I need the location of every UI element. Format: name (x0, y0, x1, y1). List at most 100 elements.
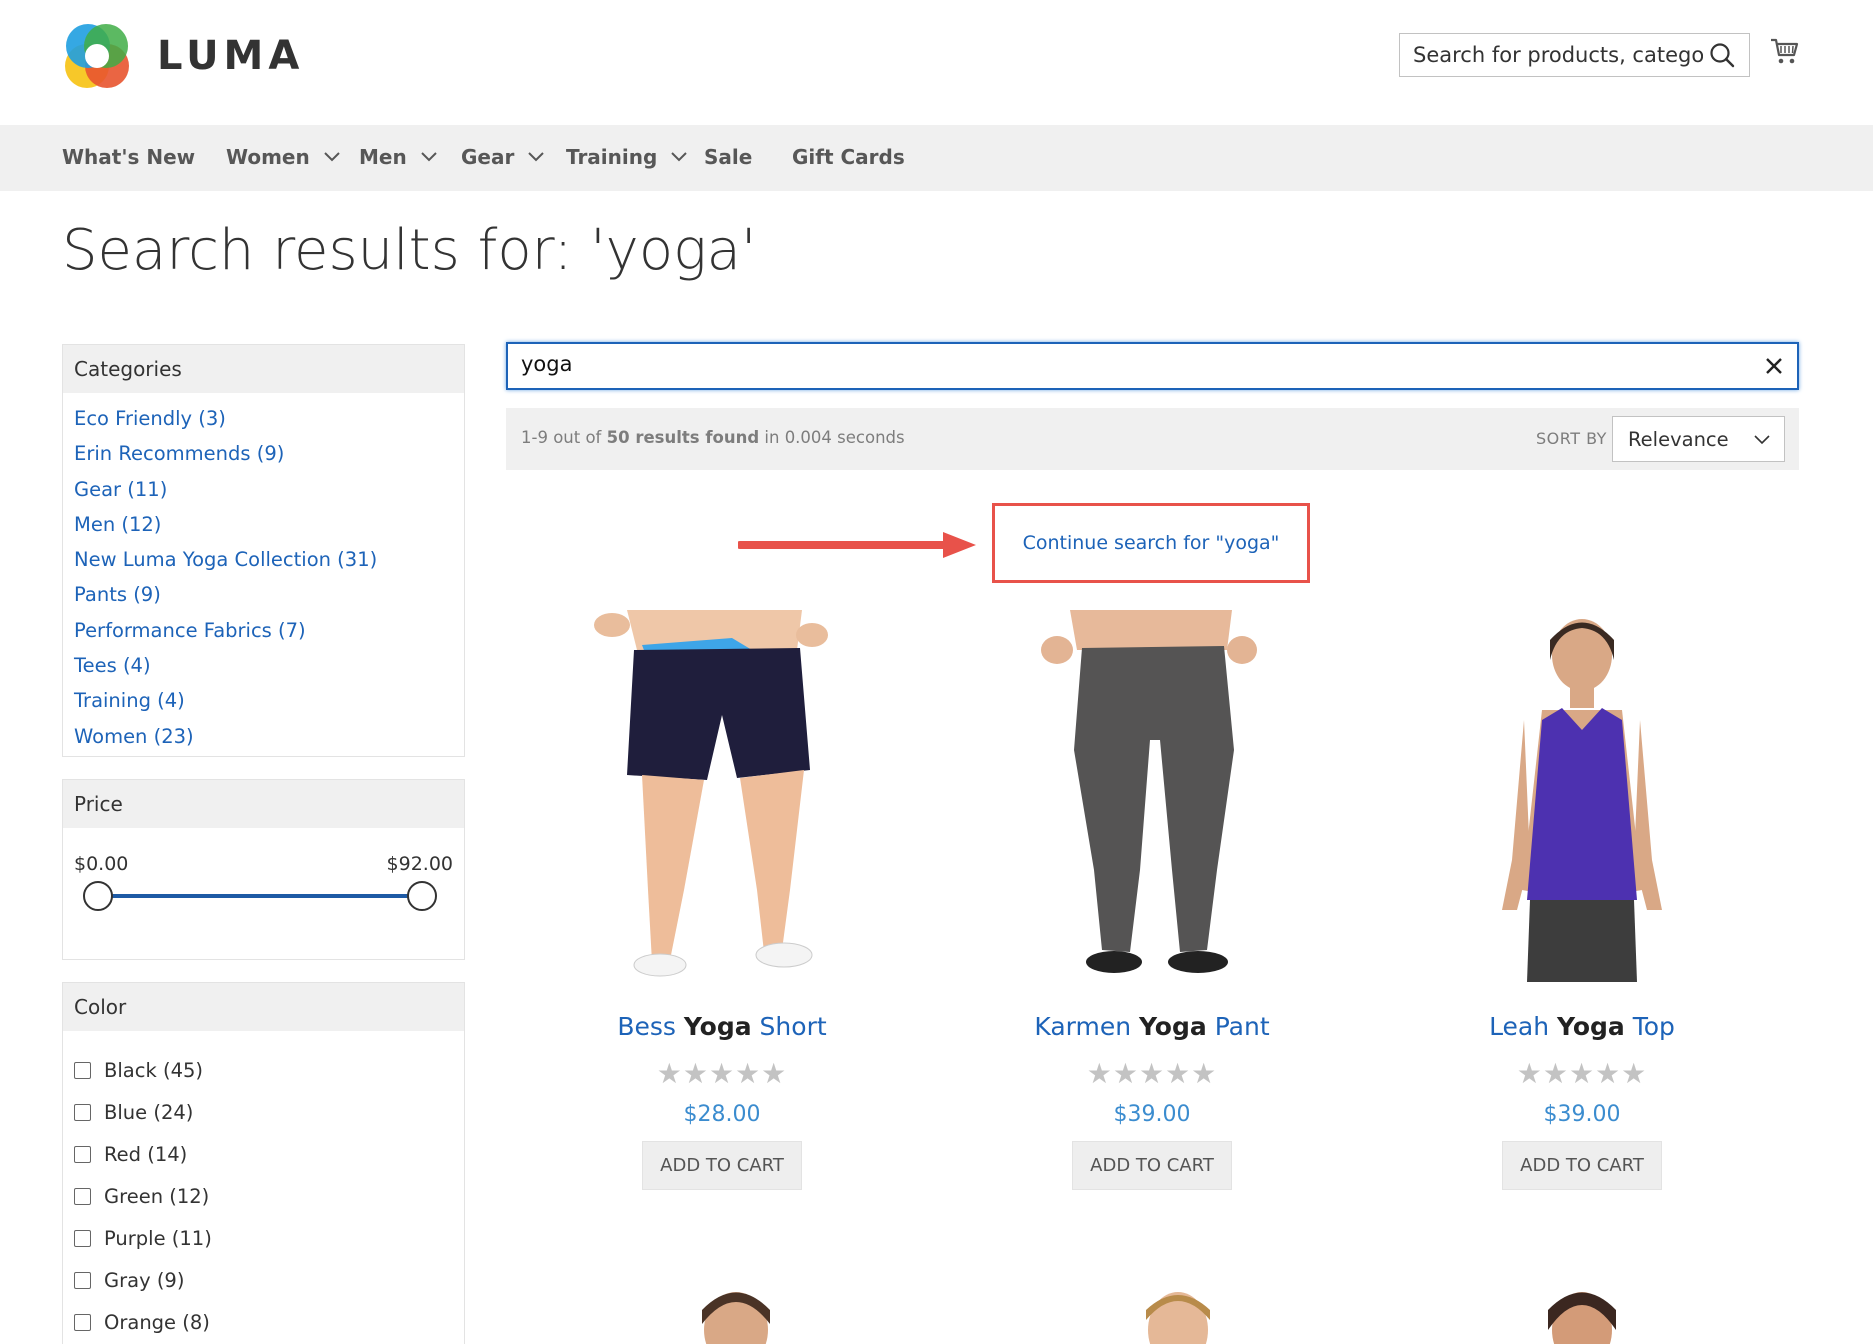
category-link[interactable]: Gear (11) (74, 472, 464, 507)
results-suffix: in 0.004 seconds (759, 428, 905, 447)
category-link[interactable]: Training (4) (74, 683, 464, 718)
price-slider-max-handle[interactable] (407, 881, 437, 911)
color-checkbox[interactable] (74, 1061, 91, 1079)
color-label: Orange (8) (104, 1310, 210, 1334)
filter-categories-title[interactable]: Categories (63, 345, 464, 393)
chevron-down-icon (324, 152, 340, 162)
category-list: Eco Friendly (3) Erin Recommends (9) Gea… (63, 393, 464, 760)
color-option[interactable]: Red (14) (74, 1133, 464, 1175)
luma-logo[interactable]: LUMA (62, 20, 304, 92)
product-name-highlight: Yoga (1139, 1012, 1207, 1041)
product-name[interactable]: Leah Yoga Top (1432, 1012, 1732, 1041)
product-image-pants[interactable] (1002, 610, 1302, 982)
nav-item-men[interactable]: Men (359, 145, 437, 169)
results-prefix: 1-9 out of (521, 428, 607, 447)
nav-item-sale[interactable]: Sale (704, 145, 752, 169)
product-name[interactable]: Bess Yoga Short (572, 1012, 872, 1041)
category-link[interactable]: Erin Recommends (9) (74, 436, 464, 471)
add-to-cart-button[interactable]: ADD TO CART (642, 1141, 802, 1190)
close-icon[interactable] (1763, 355, 1785, 377)
add-to-cart-button[interactable]: ADD TO CART (1502, 1141, 1662, 1190)
nav-item-training[interactable]: Training (566, 145, 688, 169)
nav-item-gear[interactable]: Gear (461, 145, 545, 169)
category-link[interactable]: Performance Fabrics (7) (74, 613, 464, 648)
product-name-pre: Leah (1489, 1012, 1558, 1041)
product-price: $39.00 (1113, 1102, 1191, 1127)
product-image-partial[interactable] (1482, 1280, 1682, 1344)
rating-stars-icon: ★★★★★ (656, 1057, 788, 1090)
header-search-input[interactable] (1413, 43, 1703, 67)
nav-label: What's New (62, 145, 196, 169)
nav-label: Men (359, 145, 407, 169)
sort-by-label: SORT BY (1536, 429, 1607, 448)
color-list: Black (45) Blue (24) Red (14) Green (12)… (63, 1031, 464, 1343)
category-link[interactable]: Pants (9) (74, 577, 464, 612)
luma-logo-icon (65, 24, 129, 88)
search-input[interactable] (521, 352, 1721, 376)
filter-categories: Categories Eco Friendly (3) Erin Recomme… (62, 344, 465, 757)
nav-item-gift-cards[interactable]: Gift Cards (792, 145, 905, 169)
category-link[interactable]: Eco Friendly (3) (74, 401, 464, 436)
category-link[interactable]: Men (12) (74, 507, 464, 542)
site-header: LUMA (0, 0, 1873, 125)
price-slider-track[interactable] (98, 894, 423, 898)
color-checkbox[interactable] (74, 1271, 91, 1289)
product-image-shorts[interactable] (572, 610, 872, 982)
product-name-pre: Karmen (1034, 1012, 1139, 1041)
color-option[interactable]: Green (12) (74, 1175, 464, 1217)
category-link[interactable]: New Luma Yoga Collection (31) (74, 542, 464, 577)
product-name[interactable]: Karmen Yoga Pant (1002, 1012, 1302, 1041)
category-link[interactable]: Tees (4) (74, 648, 464, 683)
search-results-input-box[interactable] (506, 342, 1799, 390)
product-name-post: Pant (1206, 1012, 1270, 1041)
color-option[interactable]: Blue (24) (74, 1091, 464, 1133)
continue-search-box: Continue search for "yoga" (992, 503, 1310, 583)
search-icon[interactable] (1709, 42, 1735, 68)
chevron-down-icon (671, 152, 688, 162)
product-price: $39.00 (1543, 1102, 1621, 1127)
product-card[interactable]: Karmen Yoga Pant ★★★★★ $39.00 ADD TO CAR… (1002, 610, 1302, 1190)
main-navigation: What's New Women Men Gear Training Sale … (0, 125, 1873, 191)
price-slider: $0.00 $92.00 (63, 828, 464, 958)
price-slider-min-handle[interactable] (83, 881, 113, 911)
rating-stars-icon: ★★★★★ (1086, 1057, 1218, 1090)
continue-search-link[interactable]: Continue search for "yoga" (995, 532, 1307, 554)
product-name-pre: Bess (617, 1012, 684, 1041)
product-price: $28.00 (683, 1102, 761, 1127)
color-option[interactable]: Black (45) (74, 1049, 464, 1091)
color-label: Blue (24) (104, 1100, 194, 1124)
rating-stars-icon: ★★★★★ (1516, 1057, 1648, 1090)
nav-item-whats-new[interactable]: What's New (62, 145, 195, 169)
sort-select[interactable]: Relevance (1612, 416, 1785, 462)
color-checkbox[interactable] (74, 1145, 91, 1163)
header-search[interactable] (1399, 33, 1750, 77)
product-card[interactable]: Bess Yoga Short ★★★★★ $28.00 ADD TO CART (572, 610, 872, 1190)
nav-item-women[interactable]: Women (226, 145, 340, 169)
nav-label: Gear (461, 145, 515, 169)
chevron-down-icon (1754, 435, 1770, 445)
filter-price-title[interactable]: Price (63, 780, 464, 828)
nav-label: Gift Cards (792, 145, 905, 169)
product-card[interactable]: Leah Yoga Top ★★★★★ $39.00 ADD TO CART (1432, 610, 1732, 1190)
product-image-partial[interactable] (636, 1280, 836, 1344)
results-summary: 1-9 out of 50 results found in 0.004 sec… (521, 428, 905, 447)
product-image-partial[interactable] (1078, 1280, 1278, 1344)
filter-color-title[interactable]: Color (63, 983, 464, 1031)
color-option[interactable]: Orange (8) (74, 1301, 464, 1343)
product-image-top[interactable] (1432, 610, 1732, 982)
cart-icon[interactable] (1769, 36, 1799, 66)
color-checkbox[interactable] (74, 1103, 91, 1121)
color-checkbox[interactable] (74, 1229, 91, 1247)
product-name-post: Top (1624, 1012, 1675, 1041)
product-name-highlight: Yoga (683, 1012, 752, 1041)
color-label: Red (14) (104, 1142, 188, 1166)
color-checkbox[interactable] (74, 1187, 91, 1205)
add-to-cart-button[interactable]: ADD TO CART (1072, 1141, 1232, 1190)
color-label: Purple (11) (104, 1226, 212, 1250)
color-option[interactable]: Gray (9) (74, 1259, 464, 1301)
category-link[interactable]: Women (23) (74, 719, 464, 754)
color-checkbox[interactable] (74, 1313, 91, 1331)
color-option[interactable]: Purple (11) (74, 1217, 464, 1259)
nav-label: Training (566, 145, 658, 169)
price-min-label: $0.00 (74, 853, 129, 875)
